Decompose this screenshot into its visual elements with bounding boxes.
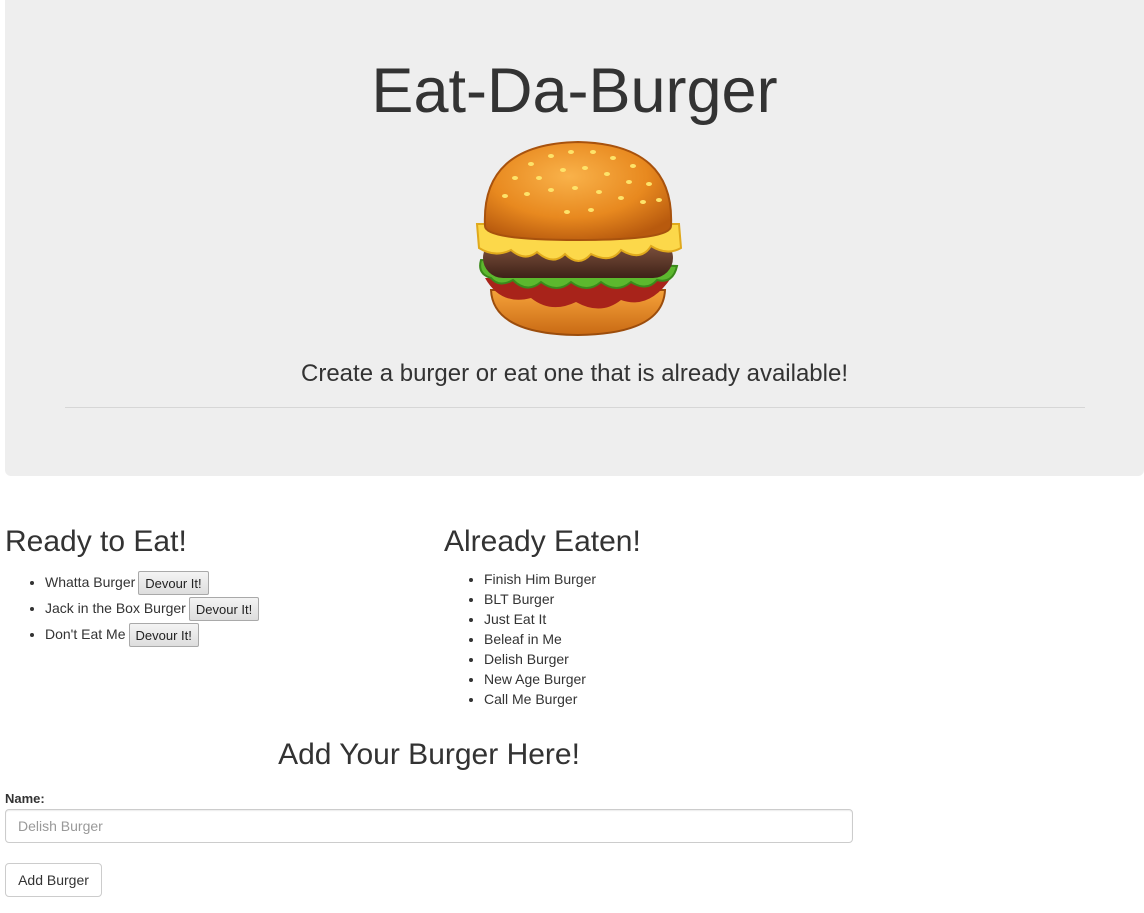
list-item: Whatta BurgerDevour It!	[45, 569, 259, 596]
divider	[65, 407, 1085, 408]
add-burger-heading: Add Your Burger Here!	[278, 738, 580, 771]
tagline: Create a burger or eat one that is alrea…	[301, 360, 848, 387]
ready-burger-list: Whatta BurgerDevour It! Jack in the Box …	[5, 569, 260, 648]
list-item: New Age Burger	[484, 669, 596, 689]
list-item: Delish Burger	[484, 649, 596, 669]
burger-name: Don't Eat Me	[45, 626, 126, 642]
hamburger-icon	[475, 140, 683, 337]
list-item: Just Eat It	[484, 609, 596, 629]
list-item: Don't Eat MeDevour It!	[45, 621, 259, 648]
burger-name-input[interactable]	[5, 809, 853, 843]
devour-button[interactable]: Devour It!	[188, 597, 260, 622]
devour-button[interactable]: Devour It!	[128, 623, 199, 648]
jumbotron-header: Eat-Da-Burger Create a burger or eat one…	[5, 0, 1144, 476]
eaten-burger-list: Finish Him Burger BLT Burger Just Eat It…	[444, 569, 596, 709]
list-item: BLT Burger	[484, 589, 596, 609]
list-item: Jack in the Box BurgerDevour It!	[45, 595, 260, 622]
list-item: Call Me Burger	[484, 689, 596, 709]
ready-to-eat-heading: Ready to Eat!	[5, 525, 187, 558]
add-burger-button[interactable]: Add Burger	[5, 863, 102, 897]
burger-name: Jack in the Box Burger	[45, 600, 186, 616]
burger-name: Whatta Burger	[45, 574, 136, 590]
devour-button[interactable]: Devour It!	[138, 571, 209, 596]
already-eaten-heading: Already Eaten!	[444, 525, 641, 558]
name-label: Name:	[5, 791, 45, 806]
page-title: Eat-Da-Burger	[371, 56, 778, 126]
list-item: Finish Him Burger	[484, 569, 596, 589]
list-item: Beleaf in Me	[484, 629, 596, 649]
